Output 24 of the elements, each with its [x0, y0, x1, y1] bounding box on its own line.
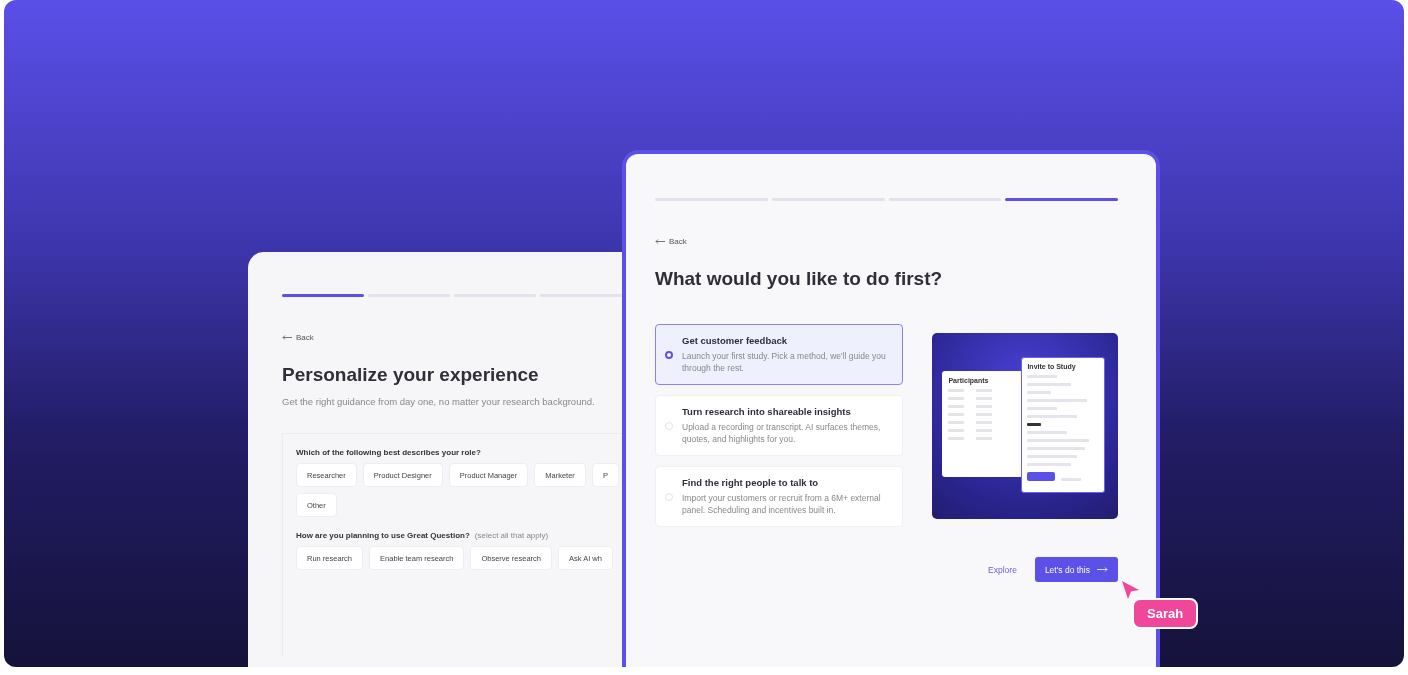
question-label: How are you planning to use Great Question? (select all that apply) [296, 531, 550, 540]
option-description: Import your customers or recruit from a 6M+ external panel. Scheduling and incentives built in. [682, 492, 882, 516]
option-description: Launch your first study. Pick a method, we'll guide you through the rest. [682, 350, 887, 374]
page-title: What would you like to do first? [655, 268, 944, 290]
question-label: Which of the following best describes your role? [296, 448, 482, 457]
option-title: Get customer feedback [682, 335, 789, 346]
right-arrow-icon [1097, 567, 1108, 572]
continue-button[interactable]: Let's do this [1034, 557, 1118, 582]
option-description: Upload a recording or transcript. AI surfaces themes, quotes, and highlights for you. [682, 421, 882, 445]
option-title: Turn research into shareable insights [682, 406, 852, 417]
page-title: Personalize your experience [282, 364, 540, 386]
page-subtitle: Get the right guidance from day one, no matter your research background. [282, 396, 596, 407]
radio-button[interactable] [665, 350, 673, 359]
left-arrow-icon [282, 335, 292, 340]
cursor-icon [1120, 580, 1140, 600]
choice-option[interactable]: Get customer feedback Launch your first study. Pick a method, we'll guide you through the rest. [655, 324, 904, 385]
choice-option[interactable]: Turn research into shareable insights Upload a recording or transcript. AI surfaces themes, quotes, and highlights for you. [655, 395, 904, 456]
choice-option[interactable]: Find the right people to talk to Import your customers or recruit from a 6M+ external panel. Scheduling and incentives built in. [655, 466, 904, 527]
back-link[interactable]: Back [655, 237, 687, 246]
back-link[interactable]: Back [282, 333, 314, 342]
explore-link[interactable]: Explore [988, 564, 1017, 575]
left-arrow-icon [655, 239, 665, 244]
option-title: Find the right people to talk to [682, 477, 820, 488]
cursor-name-tag: Sarah [1132, 598, 1199, 629]
